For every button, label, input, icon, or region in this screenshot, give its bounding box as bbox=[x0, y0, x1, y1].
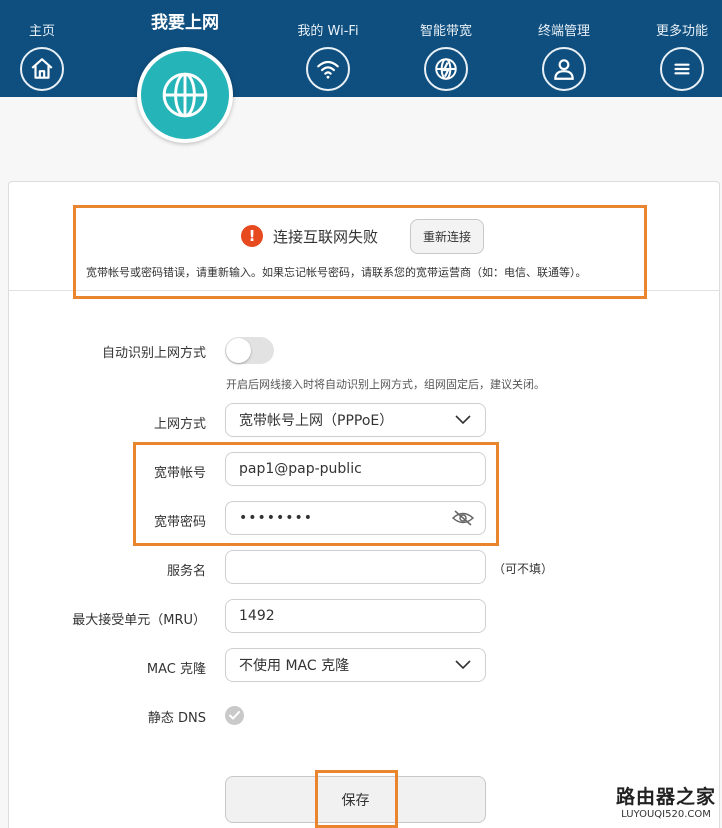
menu-icon bbox=[660, 47, 704, 91]
static-dns-label: 静态 DNS bbox=[147, 711, 206, 726]
nav-item-more[interactable]: 更多功能 bbox=[632, 0, 722, 97]
service-name-optional-hint: （可不填） bbox=[493, 562, 554, 576]
nav-label-internet: 我要上网 bbox=[151, 13, 219, 33]
watermark-logo: 路由器之家 LUYOUQI520.COM bbox=[614, 786, 718, 826]
watermark-en: LUYOUQI520.COM bbox=[621, 809, 711, 820]
nav-label-home: 主页 bbox=[28, 24, 55, 39]
user-icon bbox=[542, 47, 586, 91]
toggle-knob bbox=[226, 338, 251, 363]
bandwidth-globe-icon bbox=[424, 47, 468, 91]
nav-label-wifi: 我的 Wi-Fi bbox=[297, 24, 359, 39]
password-label: 宽带密码 bbox=[153, 515, 206, 530]
error-icon: ! bbox=[241, 225, 263, 247]
mac-clone-select[interactable]: 不使用 MAC 克隆 bbox=[225, 648, 486, 682]
nav-label-more: 更多功能 bbox=[655, 24, 708, 39]
save-button[interactable]: 保存 bbox=[225, 776, 486, 823]
mac-clone-value: 不使用 MAC 克隆 bbox=[239, 658, 350, 674]
connection-mode-select[interactable]: 宽带帐号上网（PPPoE） bbox=[225, 403, 486, 437]
account-label: 宽带帐号 bbox=[153, 466, 206, 481]
wifi-icon bbox=[306, 47, 350, 91]
auto-detect-toggle[interactable] bbox=[225, 337, 274, 364]
auto-detect-hint: 开启后网线接入时将自动识别上网方式，组网固定后，建议关闭。 bbox=[226, 378, 545, 391]
service-name-label: 服务名 bbox=[166, 564, 206, 579]
auto-detect-label: 自动识别上网方式 bbox=[101, 346, 206, 361]
divider bbox=[8, 290, 720, 291]
chevron-down-icon bbox=[455, 660, 471, 670]
nav-item-internet[interactable] bbox=[137, 47, 233, 143]
account-value: pap1@pap-public bbox=[239, 461, 362, 477]
nav-item-wifi[interactable]: 我的 Wi-Fi bbox=[278, 0, 378, 97]
top-navigation-bar: 主页 我要上网 我的 Wi-Fi 智能带宽 终端管理 更多功能 bbox=[0, 0, 722, 97]
mru-value: 1492 bbox=[239, 608, 275, 624]
nav-item-home[interactable]: 主页 bbox=[0, 0, 92, 97]
password-value: •••••••• bbox=[239, 510, 314, 526]
nav-item-devices[interactable]: 终端管理 bbox=[514, 0, 614, 97]
mru-label: 最大接受单元（MRU） bbox=[72, 613, 206, 628]
mru-input[interactable]: 1492 bbox=[225, 599, 486, 633]
eye-slash-icon[interactable] bbox=[452, 509, 474, 527]
globe-icon bbox=[160, 70, 210, 120]
account-input[interactable]: pap1@pap-public bbox=[225, 452, 486, 486]
connection-mode-value: 宽带帐号上网（PPPoE） bbox=[239, 413, 394, 429]
connection-status-title: 连接互联网失败 bbox=[273, 228, 379, 246]
watermark-cn: 路由器之家 bbox=[615, 786, 716, 808]
nav-item-bandwidth[interactable]: 智能带宽 bbox=[396, 0, 496, 97]
connection-mode-label: 上网方式 bbox=[153, 417, 206, 432]
connection-error-message: 宽带帐号或密码错误，请重新输入。如果忘记帐号密码，请联系您的宽带运营商（如：电信… bbox=[86, 266, 587, 279]
mac-clone-label: MAC 克隆 bbox=[146, 662, 206, 677]
chevron-down-icon bbox=[455, 415, 471, 425]
home-icon bbox=[20, 47, 64, 91]
static-dns-checkbox[interactable] bbox=[225, 706, 244, 725]
service-name-input[interactable] bbox=[225, 550, 486, 584]
reconnect-button[interactable]: 重新连接 bbox=[410, 219, 484, 254]
password-input[interactable]: •••••••• bbox=[225, 501, 486, 535]
check-icon bbox=[229, 711, 240, 720]
nav-label-bandwidth: 智能带宽 bbox=[419, 24, 472, 39]
nav-label-devices: 终端管理 bbox=[537, 24, 590, 39]
